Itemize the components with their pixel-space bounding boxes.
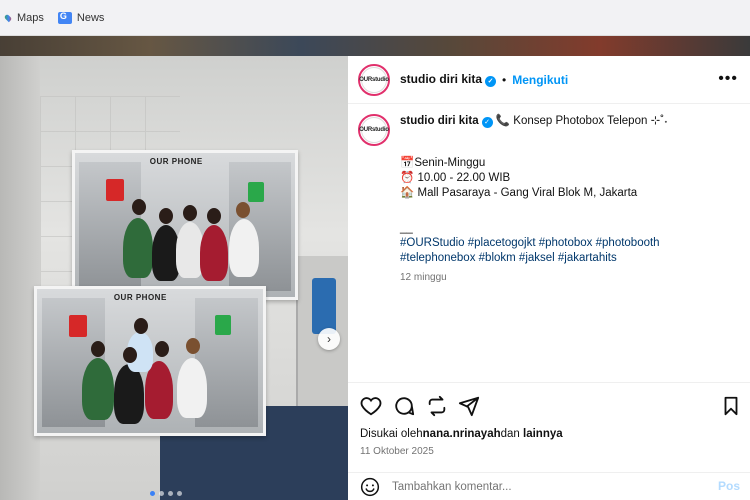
verified-icon: ✓ — [485, 76, 497, 87]
post-panel: OURstudio studio diri kita ✓ • Mengikuti … — [348, 56, 750, 500]
caption-divider: __ — [400, 222, 413, 234]
background-feed — [0, 36, 750, 56]
likes-text: Disukai olehnana.nrinayahdan lainnya — [360, 428, 563, 440]
comment-bar: Pos — [348, 472, 750, 500]
post-media[interactable]: OUR PHONE OUR PHONE › — [0, 56, 348, 500]
photostrip-photo: OUR PHONE — [34, 286, 266, 436]
verified-icon: ✓ — [481, 117, 493, 128]
bookmark-news[interactable]: News — [57, 11, 105, 24]
following-button[interactable]: Mengikuti — [512, 73, 568, 87]
caption-line-hours: ⏰ 10.00 - 22.00 WIB — [400, 172, 511, 184]
caption-author[interactable]: studio diri kita — [400, 115, 479, 127]
carousel-dot — [150, 491, 155, 496]
avatar[interactable]: OURstudio — [358, 114, 390, 146]
save-icon[interactable] — [720, 395, 742, 417]
caption: OURstudio studio diri kita ✓ 📞 Konsep Pho… — [358, 114, 740, 283]
avatar[interactable]: OURstudio — [358, 63, 390, 96]
carousel-dot — [177, 491, 182, 496]
bookmarks-bar: Maps News — [0, 0, 750, 36]
photostrip-photo: OUR PHONE — [72, 150, 298, 300]
others-link[interactable]: lainnya — [523, 428, 563, 440]
carousel-dots — [150, 491, 182, 496]
bookmark-label: News — [76, 11, 105, 24]
caption-title: 📞 Konsep Photobox Telepon ⊹˚˖ — [495, 115, 668, 127]
caption-line-location: 🏠 Mall Pasaraya - Gang Viral Blok M, Jak… — [400, 187, 638, 199]
post-comment-button[interactable]: Pos — [718, 479, 740, 493]
more-options-icon[interactable]: ••• — [718, 70, 738, 88]
comment-icon[interactable] — [393, 395, 415, 417]
bookmark-maps[interactable]: Maps — [3, 11, 44, 24]
bookmark-label: Maps — [17, 11, 44, 24]
carousel-dot — [168, 491, 173, 496]
post-time-ago: 12 minggu — [400, 272, 447, 283]
next-slide-button[interactable]: › — [318, 328, 340, 350]
avatar-text: OURstudio — [359, 117, 389, 143]
author-link[interactable]: studio diri kita ✓ — [400, 72, 497, 87]
action-bar — [348, 382, 750, 432]
avatar-text: OURstudio — [359, 66, 389, 93]
booth-label: OUR PHONE — [149, 157, 203, 167]
caption-line-days: 📅Senin-Minggu — [400, 157, 486, 169]
booth-label: OUR PHONE — [113, 293, 167, 303]
payphone — [312, 278, 336, 334]
comment-input[interactable] — [392, 480, 702, 493]
carousel-dot — [159, 491, 164, 496]
separator: • — [502, 72, 507, 87]
emoji-icon[interactable] — [360, 477, 380, 497]
post-header: OURstudio studio diri kita ✓ • Mengikuti … — [348, 56, 750, 104]
maps-icon — [3, 13, 13, 22]
like-icon[interactable] — [360, 395, 382, 417]
news-icon — [57, 11, 72, 24]
chevron-right-icon: › — [327, 332, 331, 346]
hashtags[interactable]: #OURStudio #placetogojkt #photobox #phot… — [400, 236, 700, 266]
repost-icon[interactable] — [426, 395, 448, 417]
post-date: 11 Oktober 2025 — [360, 446, 434, 457]
share-icon[interactable] — [458, 395, 480, 417]
liked-user-link[interactable]: nana.nrinayah — [423, 428, 501, 440]
